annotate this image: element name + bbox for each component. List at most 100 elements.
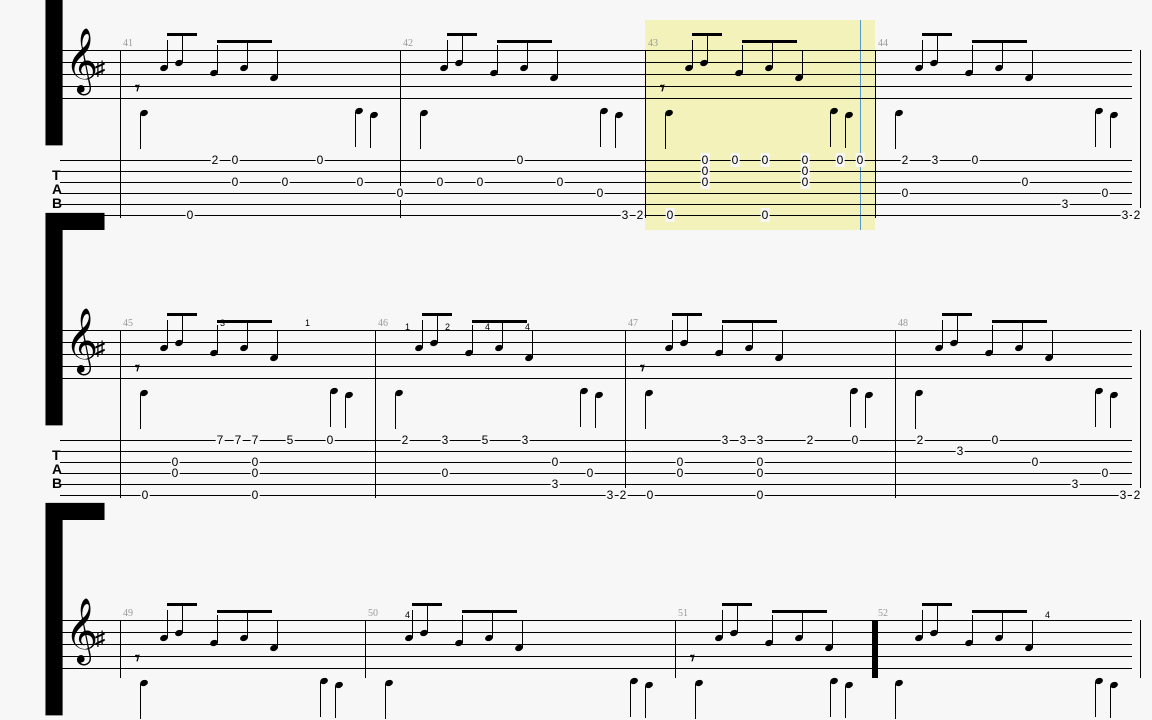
- fret-number: 0: [646, 488, 655, 502]
- treble-clef: 𝄞: [65, 612, 98, 651]
- fret-number: 0: [436, 175, 445, 189]
- fret-number: 0: [731, 153, 740, 167]
- measure-number: 50: [368, 608, 378, 619]
- fret-number: 0: [231, 153, 240, 167]
- fret-number: 2: [401, 433, 410, 447]
- fret-number: 3: [1121, 208, 1130, 222]
- fret-number: 3: [606, 488, 615, 502]
- fingering: 1: [305, 318, 310, 328]
- notation-staff: 𝄞♯41424344𝄾𝄾: [60, 50, 1132, 110]
- fret-number: 0: [356, 175, 365, 189]
- measure-number: 42: [403, 38, 413, 49]
- tab-clef: TAB: [52, 168, 62, 210]
- fret-number: 7: [251, 433, 260, 447]
- fret-number: 2: [901, 153, 910, 167]
- fret-number: 7: [234, 433, 243, 447]
- measure-number: 52: [878, 608, 888, 619]
- fret-number: 0: [516, 153, 525, 167]
- fret-number: 0: [756, 466, 765, 480]
- fingering: 4: [405, 610, 410, 620]
- fret-number: 2: [211, 153, 220, 167]
- fret-number: 2: [806, 433, 815, 447]
- fret-number: 0: [586, 466, 595, 480]
- fret-number: 0: [756, 488, 765, 502]
- fingering: 1: [405, 322, 410, 332]
- measure-number: 48: [898, 318, 908, 329]
- fret-number: 0: [281, 175, 290, 189]
- fret-number: 3: [721, 433, 730, 447]
- fret-number: 3: [521, 433, 530, 447]
- measure-number: 51: [678, 608, 688, 619]
- fret-number: 0: [551, 455, 560, 469]
- fret-number: 0: [231, 175, 240, 189]
- fret-number: 0: [441, 466, 450, 480]
- fret-number: 0: [1031, 455, 1040, 469]
- fret-number: 0: [556, 175, 565, 189]
- fret-number: 2: [1133, 488, 1142, 502]
- eighth-rest: 𝄾: [135, 648, 140, 669]
- fret-number: 3: [621, 208, 630, 222]
- key-signature: ♯: [95, 58, 105, 81]
- fingering: 4: [1045, 610, 1050, 620]
- fret-number: 0: [171, 466, 180, 480]
- fret-number: 0: [666, 208, 675, 222]
- fret-number: 0: [316, 153, 325, 167]
- tab-staff: TAB0007770005023053030320003330002023003…: [60, 440, 1132, 500]
- fret-number: 2: [1133, 208, 1142, 222]
- fret-number: 0: [251, 466, 260, 480]
- fret-number: 5: [286, 433, 295, 447]
- fret-number: 0: [836, 153, 845, 167]
- tab-clef: TAB: [52, 448, 62, 490]
- measure-number: 45: [123, 318, 133, 329]
- fingering: 2: [445, 322, 450, 332]
- barline: [365, 620, 366, 678]
- fret-number: 0: [596, 186, 605, 200]
- fret-number: 3: [956, 444, 965, 458]
- fret-number: 0: [1101, 466, 1110, 480]
- fret-number: 0: [141, 488, 150, 502]
- fret-number: 0: [1021, 175, 1030, 189]
- fret-number: 5: [481, 433, 490, 447]
- barline: [675, 620, 676, 678]
- fret-number: 0: [761, 153, 770, 167]
- fret-number: 0: [251, 488, 260, 502]
- fret-number: 0: [701, 175, 710, 189]
- fret-number: 0: [761, 208, 770, 222]
- fret-number: 3: [931, 153, 940, 167]
- eighth-rest: 𝄾: [135, 78, 140, 99]
- fret-number: 2: [619, 488, 628, 502]
- key-signature: ♯: [95, 338, 105, 361]
- fret-number: 0: [856, 153, 865, 167]
- fret-number: 3: [1071, 477, 1080, 491]
- fingering: 4: [525, 322, 530, 332]
- fret-number: 0: [851, 433, 860, 447]
- fret-number: 0: [901, 186, 910, 200]
- fret-number: 2: [916, 433, 925, 447]
- fret-number: 3: [1061, 197, 1070, 211]
- eighth-rest: 𝄾: [135, 358, 140, 379]
- fingering: 4: [485, 322, 490, 332]
- fret-number: 0: [676, 466, 685, 480]
- fret-number: 0: [476, 175, 485, 189]
- fret-number: 0: [326, 433, 335, 447]
- fret-number: 2: [636, 208, 645, 222]
- measure-number: 47: [628, 318, 638, 329]
- fret-number: 0: [186, 208, 195, 222]
- measure-number: 49: [123, 608, 133, 619]
- double-barline: [872, 620, 878, 678]
- fingering: 3: [220, 318, 225, 328]
- measure-number: 44: [878, 38, 888, 49]
- measure-number: 41: [123, 38, 133, 49]
- measure-number: 46: [378, 318, 388, 329]
- fret-number: 3: [1119, 488, 1128, 502]
- fret-number: 3: [441, 433, 450, 447]
- fret-number: 3: [739, 433, 748, 447]
- notation-staff: 𝄞♯49505152𝄾𝄾44: [60, 620, 1132, 680]
- fret-number: 0: [991, 433, 1000, 447]
- eighth-rest: 𝄾: [640, 358, 645, 379]
- notation-staff: 𝄞♯45464748𝄾𝄾311244: [60, 330, 1132, 390]
- fret-number: 0: [396, 186, 405, 200]
- fret-number: 0: [801, 175, 810, 189]
- eighth-rest: 𝄾: [660, 78, 665, 99]
- treble-clef: 𝄞: [65, 42, 98, 81]
